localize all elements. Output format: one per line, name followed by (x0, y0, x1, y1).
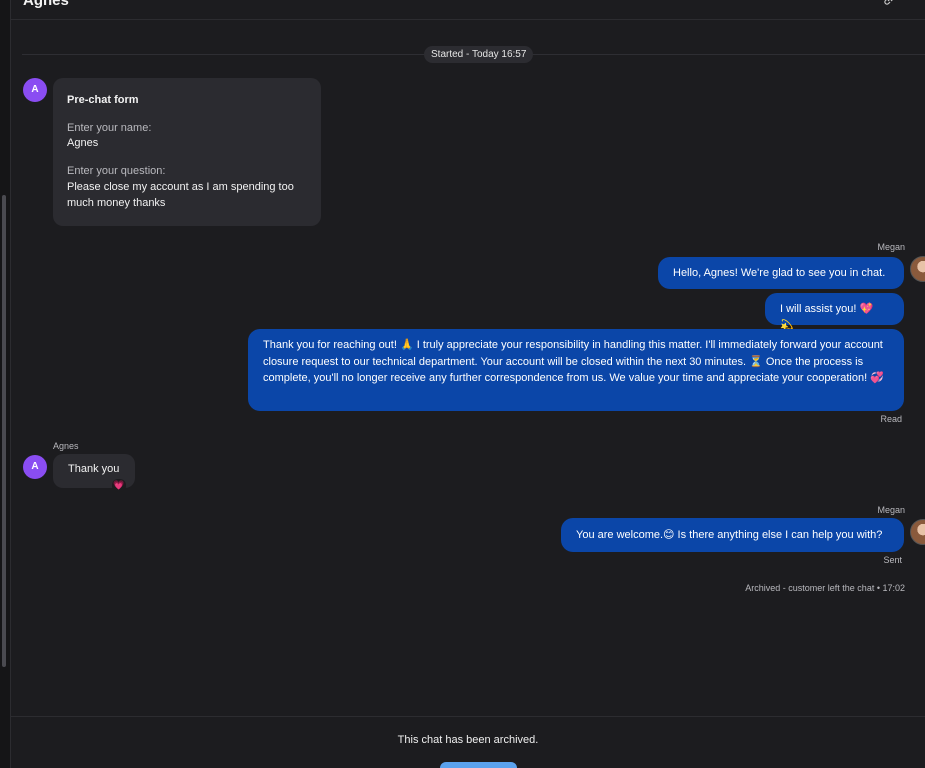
agent-avatar (910, 519, 925, 545)
heart-reaction-icon[interactable]: 💗 (112, 479, 126, 492)
archive-note: Archived - customer left the chat • 17:0… (745, 583, 905, 593)
customer-avatar: A (23, 455, 47, 479)
prechat-form-card: Pre-chat form Enter your name: Agnes Ent… (53, 78, 321, 226)
prechat-title: Pre-chat form (67, 94, 139, 106)
name-value: Agnes (67, 137, 99, 149)
name-label: Enter your name: (67, 122, 152, 134)
agent-message: Thank you for reaching out! 🙏 I truly ap… (248, 329, 904, 411)
sent-status: Sent (883, 555, 902, 565)
question-label: Enter your question: (67, 165, 166, 177)
chat-header: Agnes (11, 0, 925, 20)
chat-window: Agnes Started - Today 16:57 A Pre-chat f… (0, 0, 925, 768)
question-value: Please close my account as I am spending… (67, 181, 294, 209)
link-icon[interactable] (883, 0, 895, 9)
footer-action-button[interactable] (440, 762, 517, 768)
agent-message: You are welcome.😊 Is there anything else… (561, 518, 904, 552)
read-status: Read (880, 414, 902, 424)
agent-name-label: Megan (877, 242, 905, 252)
agent-name-label: Megan (877, 505, 905, 515)
chat-started-pill: Started - Today 16:57 (424, 46, 534, 63)
chat-archived-message: This chat has been archived. (397, 734, 539, 746)
footer-divider (11, 716, 925, 717)
agent-message: Hello, Agnes! We're glad to see you in c… (658, 257, 904, 289)
customer-name-label: Agnes (53, 441, 79, 451)
customer-avatar: A (23, 78, 47, 102)
chat-title: Agnes (23, 0, 69, 9)
left-rail (0, 0, 11, 768)
agent-message: I will assist you! 💖 💫 (765, 293, 904, 332)
scrollbar[interactable] (2, 195, 6, 667)
agent-avatar (910, 256, 925, 282)
